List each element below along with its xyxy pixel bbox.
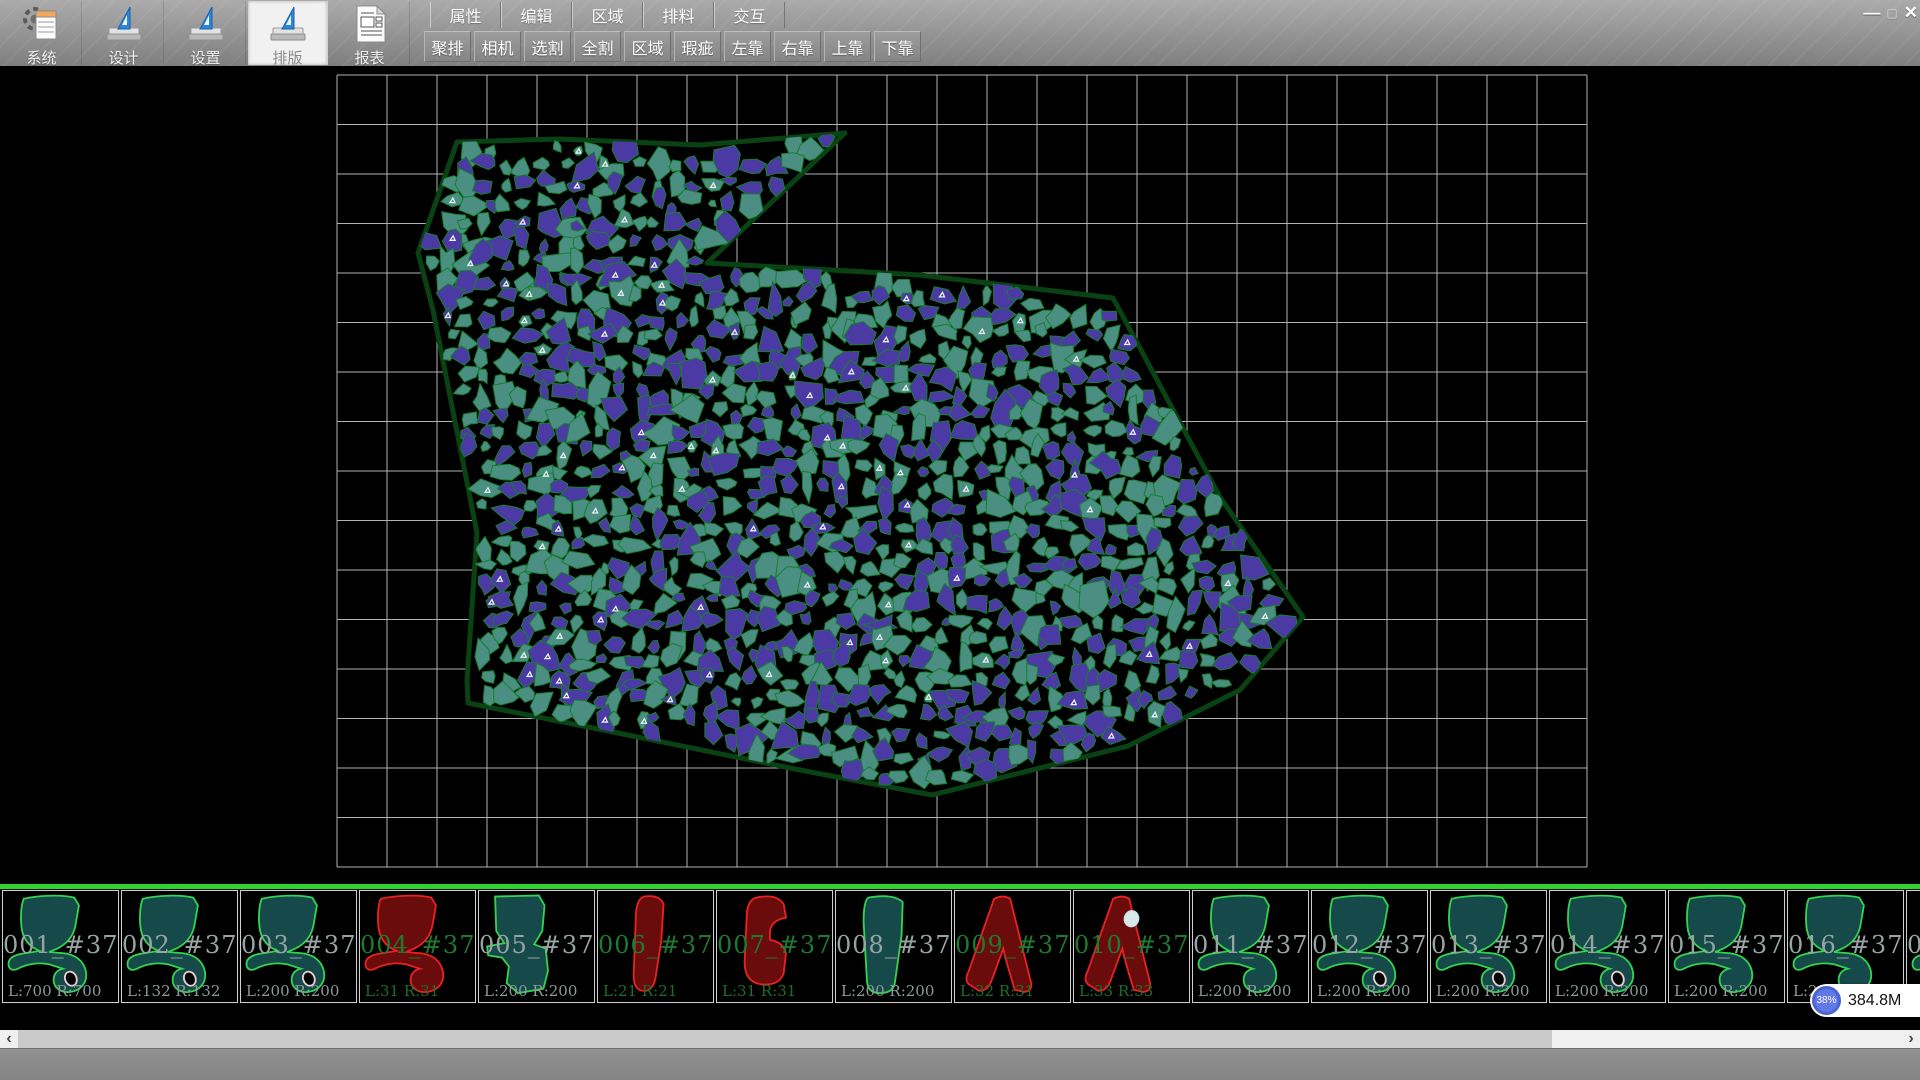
piece-count-label: L:200 R:200 (1317, 982, 1410, 1000)
maximize-icon[interactable]: ▢ (1886, 6, 1897, 20)
piece-id-label: 005_#37 (479, 931, 594, 959)
system-gear-icon (20, 3, 64, 45)
piece-count-label: L:200 R:200 (1674, 982, 1767, 1000)
app-button-4[interactable]: 排版 (248, 1, 328, 65)
piece-count-label: L:200 R:200 (1555, 982, 1648, 1000)
piece-id-label: 001_#37 (3, 931, 118, 959)
piece-count-label: L:200 R:200 (841, 982, 934, 1000)
app-button-label: 设计 (108, 47, 138, 68)
window-controls: — ▢ ✕ (1863, 3, 1918, 23)
piece-id-label: 013_#37 (1431, 931, 1546, 959)
app-mode-strip: 系统 设计 设置 排版 报表 (2, 1, 410, 65)
thumbnail-cell-009_#37[interactable]: 009_#37 L:32 R:31 (954, 890, 1071, 1003)
thumbnail-cell-006_#37[interactable]: 006_#37 L:21 R:21 (597, 890, 714, 1003)
piece-id-label: 011_#37 (1193, 931, 1308, 959)
minimize-icon[interactable]: — (1863, 3, 1880, 23)
thumbnail-cell-013_#37[interactable]: 013_#37 L:200 R:200 (1430, 890, 1547, 1003)
title-toolbar[interactable]: 系统设计设置排版报表 属性编辑区域排料交互 聚排相机选割全割区域瑕疵左靠右靠上靠… (0, 0, 1920, 66)
piece-id-label: 004_#37 (360, 931, 475, 959)
action-button-9[interactable]: 上靠 (824, 31, 871, 62)
app-button-2[interactable]: 设计 (84, 1, 164, 65)
thumbnail-cell-007_#37[interactable]: 007_#37 L:31 R:31 (716, 890, 833, 1003)
thumbnail-cell-011_#37[interactable]: 011_#37 L:200 R:200 (1192, 890, 1309, 1003)
menu-item-5[interactable]: 交互 (714, 2, 785, 28)
action-button-6[interactable]: 瑕疵 (674, 31, 721, 62)
close-icon[interactable]: ✕ (1904, 3, 1918, 23)
piece-count-label: L:31 R:31 (365, 982, 439, 1000)
menu-row: 属性编辑区域排料交互 (430, 2, 785, 28)
menu-item-2[interactable]: 编辑 (501, 2, 572, 28)
piece-count-label: L:33 R:33 (1079, 982, 1153, 1000)
report-document-icon (348, 3, 392, 45)
piece-count-label: L:32 R:31 (960, 982, 1034, 1000)
menu-item-1[interactable]: 属性 (430, 2, 501, 28)
piece-id-label: 010_#37 (1074, 931, 1189, 959)
piece-id-label: 006_#37 (598, 931, 713, 959)
thumbnail-cell-010_#37[interactable]: 010_#37 L:33 R:33 (1073, 890, 1190, 1003)
action-button-3[interactable]: 选割 (524, 31, 571, 62)
settings-triangle-icon (184, 3, 228, 45)
thumbnail-cell-015_#37[interactable]: 015_#37 L:200 R:200 (1668, 890, 1785, 1003)
action-button-7[interactable]: 左靠 (724, 31, 771, 62)
action-button-2[interactable]: 相机 (474, 31, 521, 62)
action-button-5[interactable]: 区域 (624, 31, 671, 62)
nesting-application-window: 系统设计设置排版报表 属性编辑区域排料交互 聚排相机选割全割区域瑕疵左靠右靠上靠… (0, 0, 1920, 1080)
piece-thumbnail-strip: 001_#37 L:700 R:700 002_#37 L:132 R:132 003_… (0, 889, 1920, 1005)
piece-count-label: L:200 R:200 (246, 982, 339, 1000)
piece-id-label: 017_#37 (1907, 931, 1920, 959)
memory-percent-indicator: 38% (1812, 986, 1841, 1015)
status-bar (0, 1048, 1920, 1080)
design-triangle-icon (102, 3, 146, 45)
nesting-triangle-icon (266, 3, 310, 45)
app-button-5[interactable]: 报表 (330, 1, 410, 65)
app-button-label: 报表 (354, 47, 384, 68)
action-button-row: 聚排相机选割全割区域瑕疵左靠右靠上靠下靠 (424, 31, 921, 62)
thumbnail-cell-004_#37[interactable]: 004_#37 L:31 R:31 (359, 890, 476, 1003)
scrollbar-thumb[interactable] (18, 1030, 1552, 1048)
scroll-right-icon[interactable]: › (1902, 1030, 1920, 1048)
piece-count-label: L:200 R:200 (1198, 982, 1291, 1000)
piece-id-label: 016_#37 (1788, 931, 1903, 959)
menu-item-3[interactable]: 区域 (572, 2, 643, 28)
action-button-1[interactable]: 聚排 (424, 31, 471, 62)
piece-id-label: 012_#37 (1312, 931, 1427, 959)
memory-value-label: 384.8M (1848, 992, 1901, 1010)
horizontal-scrollbar[interactable]: ‹ › (0, 1030, 1920, 1048)
thumbnail-cell-008_#37[interactable]: 008_#37 L:200 R:200 (835, 890, 952, 1003)
piece-id-label: 003_#37 (241, 931, 356, 959)
app-button-label: 设置 (190, 47, 220, 68)
thumbnail-cell-002_#37[interactable]: 002_#37 L:132 R:132 (121, 890, 238, 1003)
app-button-3[interactable]: 设置 (166, 1, 246, 65)
action-button-8[interactable]: 右靠 (774, 31, 821, 62)
thumbnail-cell-003_#37[interactable]: 003_#37 L:200 R:200 (240, 890, 357, 1003)
piece-id-label: 014_#37 (1550, 931, 1665, 959)
thumbnail-cell-005_#37[interactable]: 005_#37 L:200 R:200 (478, 890, 595, 1003)
thumbnail-cell-014_#37[interactable]: 014_#37 L:200 R:200 (1549, 890, 1666, 1003)
piece-id-label: 002_#37 (122, 931, 237, 959)
piece-count-label: L:200 R:200 (484, 982, 577, 1000)
scroll-left-icon[interactable]: ‹ (0, 1030, 18, 1048)
piece-id-label: 008_#37 (836, 931, 951, 959)
app-button-label: 排版 (272, 47, 302, 68)
app-button-1[interactable]: 系统 (2, 1, 82, 65)
memory-usage-badge: 38% 384.8M (1810, 984, 1920, 1017)
piece-count-label: L:200 R:200 (1436, 982, 1529, 1000)
piece-id-label: 007_#37 (717, 931, 832, 959)
piece-count-label: L:31 R:31 (722, 982, 796, 1000)
piece-id-label: 009_#37 (955, 931, 1070, 959)
action-button-10[interactable]: 下靠 (874, 31, 921, 62)
nesting-canvas[interactable] (0, 0, 1920, 884)
piece-count-label: L:700 R:700 (8, 982, 101, 1000)
piece-id-label: 015_#37 (1669, 931, 1784, 959)
piece-count-label: L:21 R:21 (603, 982, 677, 1000)
piece-count-label: L:132 R:132 (127, 982, 220, 1000)
thumbnail-cell-012_#37[interactable]: 012_#37 L:200 R:200 (1311, 890, 1428, 1003)
app-button-label: 系统 (26, 47, 56, 68)
action-button-4[interactable]: 全割 (574, 31, 621, 62)
thumbnail-cell-001_#37[interactable]: 001_#37 L:700 R:700 (2, 890, 119, 1003)
menu-item-4[interactable]: 排料 (643, 2, 714, 28)
